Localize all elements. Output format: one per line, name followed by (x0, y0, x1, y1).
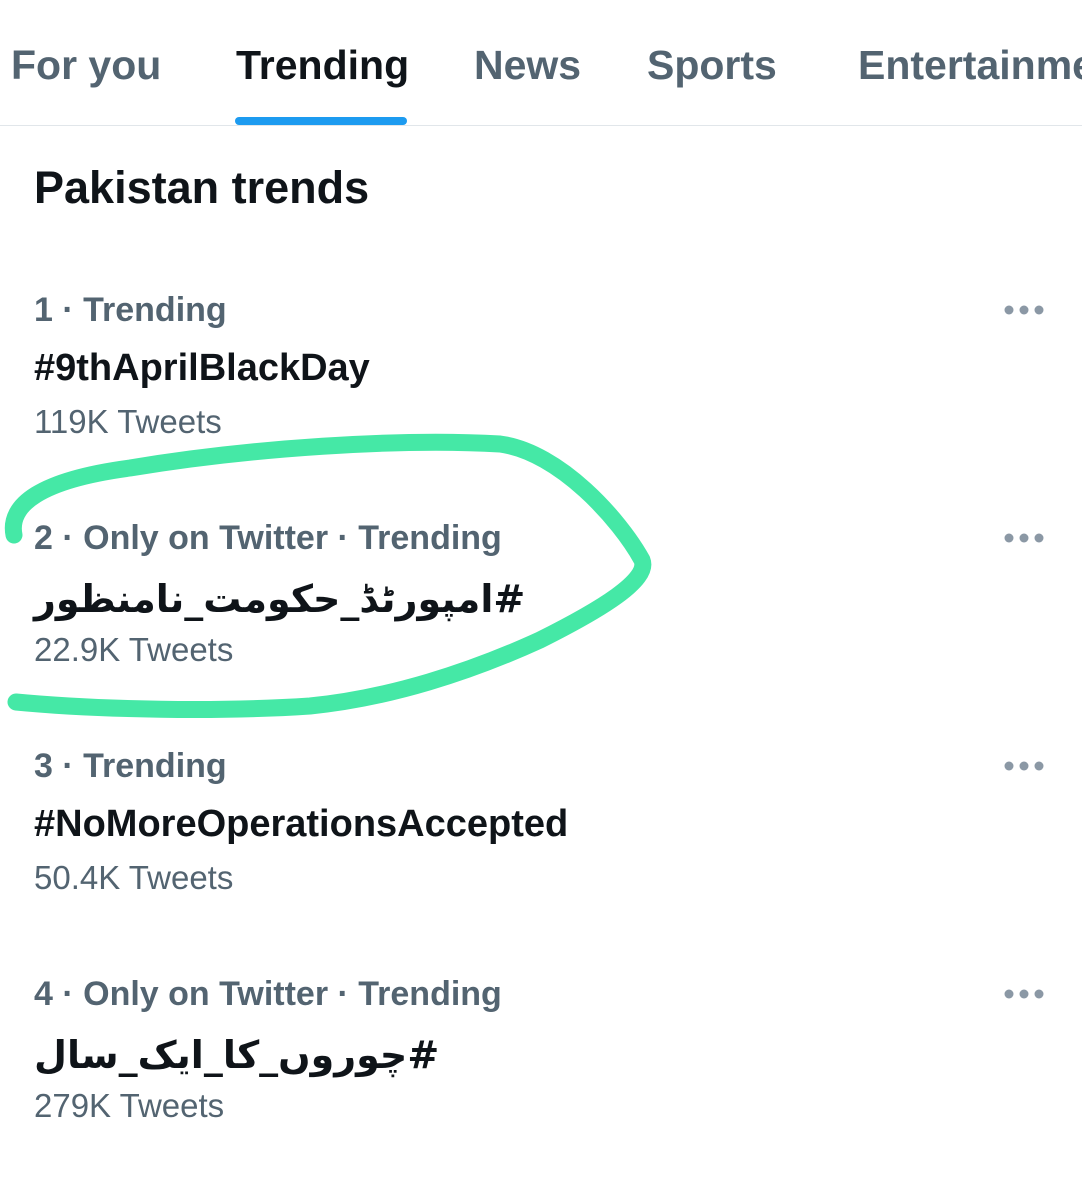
tab-news[interactable]: News (474, 40, 581, 90)
trend-tweet-count: 119K Tweets (34, 403, 222, 440)
trend-tweet-count: 279K Tweets (34, 1087, 225, 1124)
trend-item[interactable]: 1 · Trending #9thAprilBlackDay 119K Twee… (0, 290, 1082, 518)
tab-for-you[interactable]: For you (11, 40, 161, 90)
trend-name: #NoMoreOperationsAccepted (34, 803, 569, 845)
trend-name: #چوروں_کا_ایک_سال (34, 1033, 440, 1077)
active-tab-indicator (235, 117, 407, 125)
trend-tweet-count: 22.9K Tweets (34, 631, 234, 668)
trend-tweet-count: 50.4K Tweets (34, 859, 234, 896)
tab-trending[interactable]: Trending (236, 40, 409, 90)
more-horizontal-icon[interactable] (1000, 754, 1048, 778)
more-horizontal-icon[interactable] (1000, 298, 1048, 322)
tab-bar: For you Trending News Sports Entertainme (0, 0, 1082, 126)
trend-meta: 2 · Only on Twitter · Trending (34, 519, 502, 557)
trend-item[interactable]: 4 · Only on Twitter · Trending #چوروں_کا… (0, 974, 1082, 1202)
more-horizontal-icon[interactable] (1000, 982, 1048, 1006)
trend-meta: 3 · Trending (34, 747, 227, 785)
tab-entertainment[interactable]: Entertainme (858, 40, 1082, 90)
trend-name: #امپورٹڈ_حکومت_نامنظور (34, 577, 526, 621)
trend-meta: 1 · Trending (34, 291, 227, 329)
trend-name: #9thAprilBlackDay (34, 347, 370, 389)
trend-item[interactable]: 2 · Only on Twitter · Trending #امپورٹڈ_… (0, 518, 1082, 746)
more-horizontal-icon[interactable] (1000, 526, 1048, 550)
trend-item[interactable]: 3 · Trending #NoMoreOperationsAccepted 5… (0, 746, 1082, 974)
tab-sports[interactable]: Sports (647, 40, 777, 90)
section-title: Pakistan trends (34, 162, 370, 213)
trend-meta: 4 · Only on Twitter · Trending (34, 975, 502, 1013)
